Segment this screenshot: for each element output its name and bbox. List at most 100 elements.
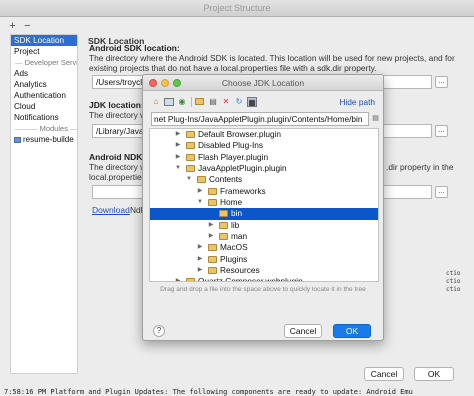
folder-icon bbox=[208, 244, 217, 252]
tree-row[interactable]: ▶ Quartz Composer.webplugin bbox=[150, 276, 378, 282]
tree-row-label: JavaAppletPlugin.plugin bbox=[198, 163, 287, 174]
sidebar-toolbar: + − bbox=[6, 20, 36, 34]
tree-row[interactable]: ▶ Resources bbox=[150, 265, 378, 276]
sidebar-item-sdk-location[interactable]: SDK Location bbox=[11, 35, 77, 46]
tree-row[interactable]: ▼ JavaAppletPlugin.plugin bbox=[150, 163, 378, 174]
sidebar-item-project[interactable]: Project bbox=[11, 46, 77, 57]
folder-icon bbox=[186, 131, 195, 138]
jdk-browse-button[interactable]: … bbox=[435, 125, 448, 137]
sidebar-item-module[interactable]: resume-builde bbox=[11, 134, 77, 145]
show-hidden-icon[interactable]: ▦ bbox=[247, 97, 257, 107]
collapsed-arrow-icon[interactable]: ▶ bbox=[174, 152, 182, 163]
collapsed-arrow-icon[interactable]: ▶ bbox=[207, 231, 215, 242]
home-icon[interactable]: ⌂ bbox=[151, 97, 161, 107]
background-editor-snippet: ctio ctio ctio bbox=[446, 270, 474, 330]
collapsed-arrow-icon[interactable]: ▶ bbox=[196, 186, 204, 197]
dialog-ok-button[interactable]: OK bbox=[333, 324, 371, 338]
dialog-toolbar: ⌂ ◉ ▤ ✕ ↻ ▦ bbox=[151, 95, 260, 109]
folder-icon bbox=[208, 187, 217, 195]
sidebar-item-analytics[interactable]: Analytics bbox=[11, 79, 77, 90]
new-folder-icon[interactable] bbox=[195, 97, 205, 107]
folder-icon bbox=[219, 221, 228, 229]
download-ndk-link[interactable]: Download bbox=[92, 205, 130, 215]
tree-row-label: Flash Player.plugin bbox=[198, 151, 269, 162]
desktop-icon[interactable] bbox=[164, 98, 174, 106]
dialog-path-field[interactable]: net Plug-Ins/JavaAppletPlugin.plugin/Con… bbox=[151, 112, 369, 126]
folder-icon bbox=[208, 255, 217, 263]
tree-row-label: Disabled Plug-Ins bbox=[198, 140, 264, 151]
collapsed-arrow-icon[interactable]: ▶ bbox=[174, 276, 182, 281]
android-sdk-label: Android SDK location: bbox=[89, 43, 180, 53]
collapsed-arrow-icon[interactable]: ▶ bbox=[207, 220, 215, 231]
tree-row[interactable]: ▶ lib bbox=[150, 220, 378, 231]
android-sdk-desc-1: The directory where the Android SDK is l… bbox=[89, 53, 455, 63]
tree-row[interactable]: ▶ Disabled Plug-Ins bbox=[150, 140, 378, 151]
tree-row-label: Quartz Composer.webplugin bbox=[198, 276, 303, 282]
tree-row-label: Resources bbox=[220, 265, 260, 276]
ndk-desc-2: local.properties bbox=[89, 172, 146, 182]
jdk-desc: The directory w bbox=[89, 110, 147, 120]
tree-row-label: Default Browser.plugin bbox=[198, 129, 282, 139]
choose-jdk-dialog: Choose JDK Location ⌂ ◉ ▤ ✕ ↻ ▦ Hide pat… bbox=[142, 74, 384, 341]
tree-row[interactable]: ▶ Default Browser.plugin bbox=[150, 129, 378, 140]
expanded-arrow-icon[interactable]: ▼ bbox=[174, 163, 182, 174]
expanded-arrow-icon[interactable]: ▼ bbox=[196, 197, 204, 208]
minimize-window-button[interactable] bbox=[161, 79, 169, 87]
file-tree[interactable]: ▶ Default Browser.plugin ▶ Disabled Plug-In… bbox=[149, 128, 379, 282]
tree-row[interactable]: ▼ Contents bbox=[150, 174, 378, 185]
dialog-cancel-button[interactable]: Cancel bbox=[284, 324, 322, 338]
collapsed-arrow-icon[interactable]: ▶ bbox=[174, 129, 182, 140]
collapsed-arrow-icon[interactable]: ▶ bbox=[196, 242, 204, 253]
tree-row[interactable]: bin bbox=[150, 208, 378, 220]
cancel-button[interactable]: Cancel bbox=[364, 367, 404, 381]
sidebar-item-authentication[interactable]: Authentication bbox=[11, 90, 77, 101]
sidebar: SDK Location Project — Developer Servi A… bbox=[10, 34, 78, 374]
tree-row-label: Frameworks bbox=[220, 185, 266, 196]
collapsed-arrow-icon[interactable]: ▶ bbox=[196, 265, 204, 276]
collapsed-arrow-icon[interactable]: ▶ bbox=[174, 140, 182, 151]
tree-row-label: bin bbox=[231, 208, 243, 219]
ndk-browse-button[interactable]: … bbox=[435, 186, 448, 198]
tree-row-label: lib bbox=[231, 219, 240, 230]
ndk-label: Android NDK l bbox=[89, 152, 148, 162]
tree-row[interactable]: ▶ Flash Player.plugin bbox=[150, 152, 378, 163]
ok-button[interactable]: OK bbox=[414, 367, 454, 381]
expanded-arrow-icon[interactable]: ▼ bbox=[185, 174, 193, 185]
folder-icon bbox=[219, 210, 228, 218]
event-log-line: 7:58:16 PM Platform and Plugin Updates: … bbox=[4, 388, 474, 396]
tree-row-label: Home bbox=[220, 197, 243, 208]
zoom-window-button[interactable] bbox=[173, 79, 181, 87]
sidebar-module-label: resume-builde bbox=[23, 135, 74, 144]
sidebar-item-cloud[interactable]: Cloud bbox=[11, 101, 77, 112]
refresh-icon[interactable]: ▤ bbox=[208, 97, 218, 107]
folder-icon bbox=[186, 142, 195, 150]
folder-icon bbox=[197, 176, 206, 184]
tree-row[interactable]: ▶ Frameworks bbox=[150, 186, 378, 197]
collapsed-arrow-icon[interactable]: ▶ bbox=[196, 254, 204, 265]
tree-row[interactable]: ▼ Home bbox=[150, 197, 378, 208]
drag-drop-hint: Drag and drop a file into the space abov… bbox=[160, 286, 366, 293]
help-button[interactable]: ? bbox=[153, 325, 165, 337]
bg-text-line: ctio bbox=[446, 278, 461, 285]
sidebar-item-notifications[interactable]: Notifications bbox=[11, 112, 77, 123]
tree-row[interactable]: ▶ man bbox=[150, 231, 378, 242]
folder-icon bbox=[208, 267, 217, 275]
ndk-desc-1-right: .dir property in the bbox=[386, 162, 454, 172]
delete-icon[interactable]: ✕ bbox=[221, 97, 231, 107]
path-history-icon[interactable]: ▤ bbox=[371, 113, 380, 125]
tree-row[interactable]: ▶ Plugins bbox=[150, 254, 378, 265]
refresh-tree-icon[interactable]: ↻ bbox=[234, 97, 244, 107]
hide-path-link[interactable]: Hide path bbox=[339, 97, 375, 107]
android-sdk-browse-button[interactable]: … bbox=[435, 76, 448, 88]
tree-row[interactable]: ▶ MacOS bbox=[150, 242, 378, 253]
jdk-label: JDK location: bbox=[89, 100, 144, 110]
folder-icon bbox=[186, 278, 195, 281]
bg-text-line: ctio bbox=[446, 286, 461, 293]
remove-icon[interactable]: − bbox=[21, 20, 34, 32]
sidebar-item-ads[interactable]: Ads bbox=[11, 68, 77, 79]
add-icon[interactable]: + bbox=[6, 20, 19, 32]
close-window-button[interactable] bbox=[149, 79, 157, 87]
screen: Project Structure + − SDK Location Projec… bbox=[0, 0, 474, 396]
project-icon[interactable]: ◉ bbox=[177, 97, 187, 107]
tree-row-label: MacOS bbox=[220, 242, 248, 253]
